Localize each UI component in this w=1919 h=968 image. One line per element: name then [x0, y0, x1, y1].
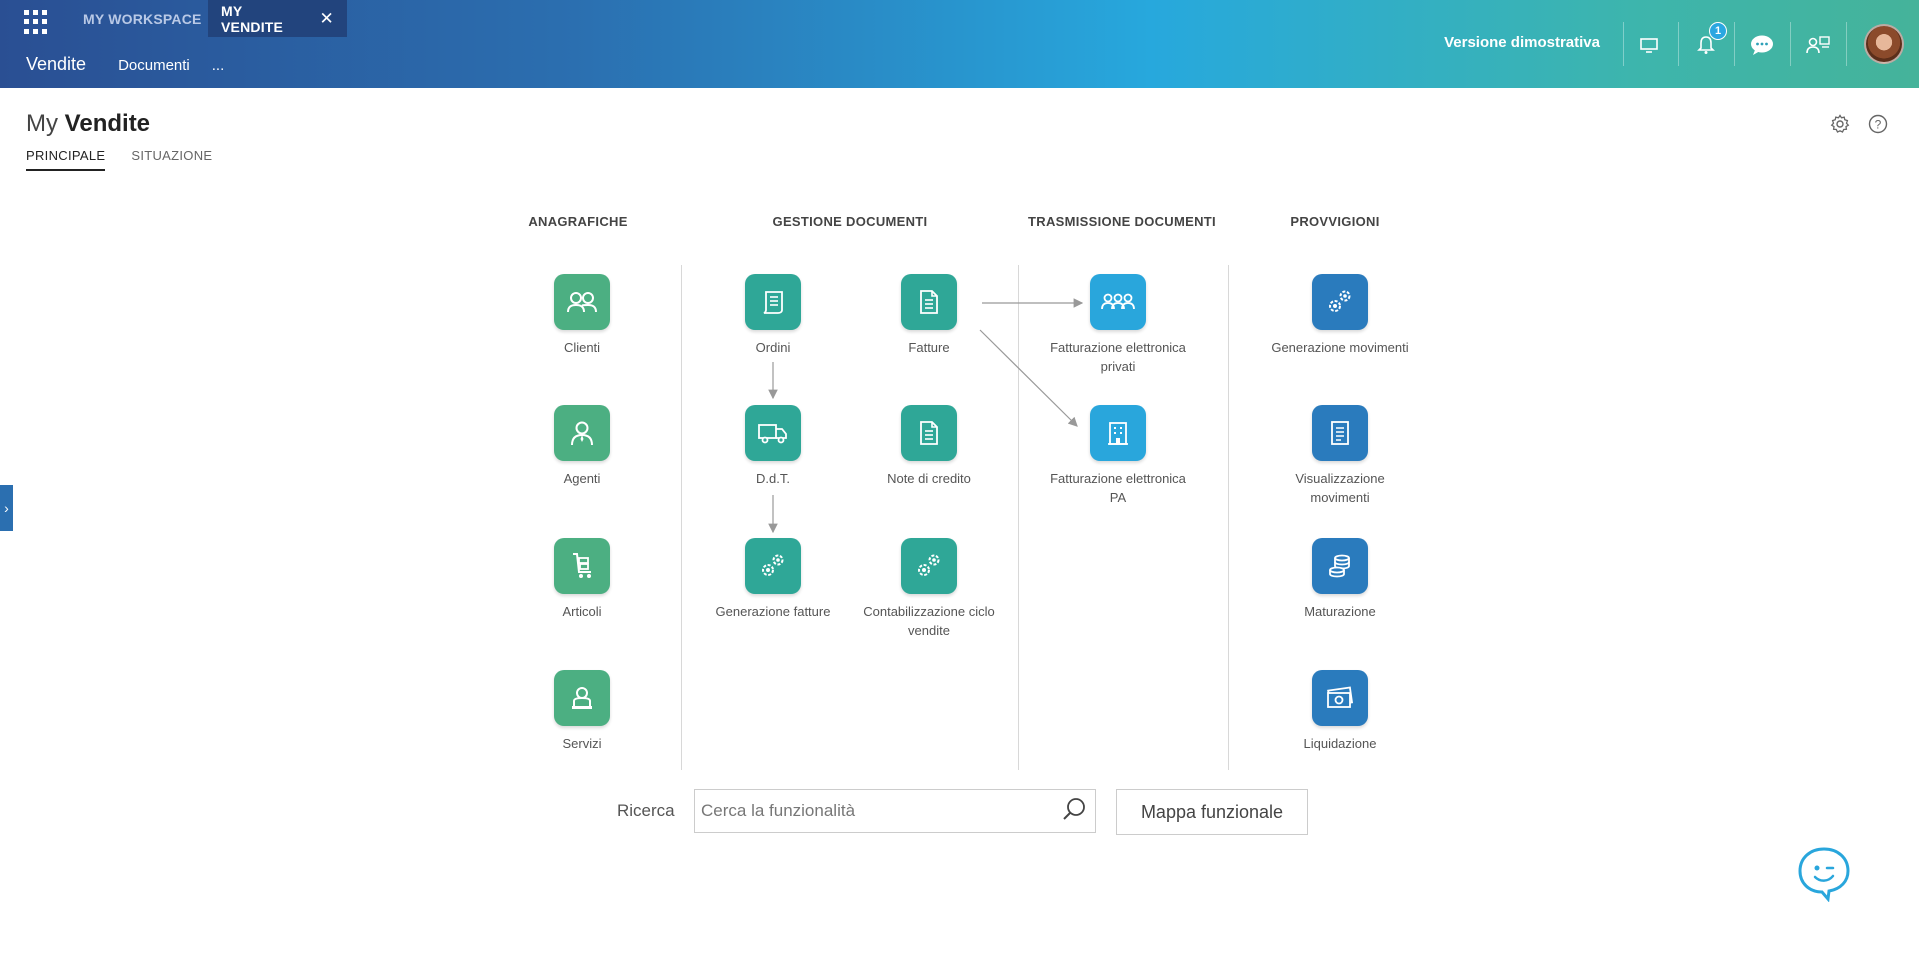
tile-label: Servizi [562, 736, 602, 751]
tile-label: Articoli [562, 604, 602, 619]
divider [1734, 22, 1735, 66]
tile-maturazione[interactable]: Maturazione [1265, 538, 1415, 621]
users-icon[interactable] [1801, 28, 1835, 62]
tile-label: Clienti [563, 340, 601, 355]
tile-label: D.d.T. [756, 471, 790, 486]
group-icon [1090, 274, 1146, 330]
page-title: My Vendite [26, 110, 150, 138]
tab-my-vendite[interactable]: MY VENDITE ✕ [208, 0, 347, 37]
cart-icon [554, 538, 610, 594]
tile-label: Fatture [908, 340, 950, 355]
monitor-icon[interactable] [1632, 28, 1666, 62]
tile-liquidazione[interactable]: Liquidazione [1265, 670, 1415, 753]
tab-principale[interactable]: PRINCIPALE [26, 148, 106, 171]
service-icon [554, 670, 610, 726]
assistant-chat-icon[interactable] [1796, 846, 1852, 903]
subnav-item-more[interactable]: ... [212, 57, 225, 74]
chat-icon[interactable] [1745, 28, 1779, 62]
divider [1790, 22, 1791, 66]
search-input[interactable] [701, 801, 1061, 821]
tab-my-workspace[interactable]: MY WORKSPACE [70, 0, 215, 37]
order-icon [745, 274, 801, 330]
notification-badge: 1 [1709, 22, 1727, 40]
column-title-trasmissione: TRASMISSIONE DOCUMENTI [1028, 214, 1216, 229]
divider [1846, 22, 1847, 66]
svg-text:?: ? [1875, 118, 1882, 132]
tile-contabilizzazione[interactable]: Contabilizzazione ciclo vendite [854, 538, 1004, 640]
tile-clienti[interactable]: Clienti [507, 274, 657, 357]
users-icon [554, 274, 610, 330]
top-header: MY WORKSPACE MY VENDITE ✕ Vendite Docume… [0, 0, 1919, 88]
agent-icon [554, 405, 610, 461]
tile-label: Liquidazione [1303, 736, 1377, 751]
tile-fatturazione-pa[interactable]: Fatturazione elettronica PA [1043, 405, 1193, 507]
column-title-provvigioni: PROVVIGIONI [1290, 214, 1380, 229]
tile-note-di-credito[interactable]: Note di credito [854, 405, 1004, 488]
column-divider [1018, 265, 1019, 770]
gears-icon [745, 538, 801, 594]
search-label: Ricerca [617, 801, 675, 820]
page-title-main: Vendite [64, 110, 151, 137]
subnav-item-documenti[interactable]: Documenti [118, 57, 190, 74]
sub-navigation: Vendite Documenti ... [26, 54, 246, 75]
tile-ddt[interactable]: D.d.T. [698, 405, 848, 488]
tile-label: Visualizzazione movimenti [1295, 471, 1385, 505]
tile-ordini[interactable]: Ordini [698, 274, 848, 357]
tile-label: Generazione fatture [715, 604, 831, 619]
building-icon [1090, 405, 1146, 461]
subnav-title[interactable]: Vendite [26, 54, 86, 75]
gears-icon [901, 538, 957, 594]
tile-servizi[interactable]: Servizi [507, 670, 657, 753]
tile-fatture[interactable]: Fatture [854, 274, 1004, 357]
ledger-icon [1312, 405, 1368, 461]
tile-visualizzazione-movimenti[interactable]: Visualizzazione movimenti [1265, 405, 1415, 507]
tile-label: Agenti [563, 471, 601, 486]
truck-icon [745, 405, 801, 461]
column-title-gestione: GESTIONE DOCUMENTI [772, 214, 928, 229]
divider [1678, 22, 1679, 66]
search-box [694, 789, 1096, 833]
tab-label: MY WORKSPACE [83, 10, 202, 27]
tab-label: MY VENDITE [221, 2, 284, 35]
tile-label: Ordini [755, 340, 791, 355]
tab-situazione[interactable]: SITUAZIONE [131, 148, 212, 171]
close-icon[interactable]: ✕ [320, 9, 334, 29]
document-icon [901, 405, 957, 461]
column-title-anagrafiche: ANAGRAFICHE [528, 214, 628, 229]
tile-articoli[interactable]: Articoli [507, 538, 657, 621]
column-divider [1228, 265, 1229, 770]
cash-icon [1312, 670, 1368, 726]
app-menu-grid-icon[interactable] [22, 8, 50, 36]
tile-generazione-fatture[interactable]: Generazione fatture [698, 538, 848, 621]
tile-label: Contabilizzazione ciclo vendite [863, 604, 995, 638]
settings-icon[interactable] [1828, 112, 1852, 136]
side-panel-toggle[interactable]: › [0, 485, 13, 531]
tile-label: Generazione movimenti [1271, 340, 1409, 355]
tile-label: Note di credito [887, 471, 971, 486]
column-divider [681, 265, 682, 770]
help-icon[interactable]: ? [1866, 112, 1890, 136]
page-title-prefix: My [26, 110, 58, 137]
tile-fatturazione-privati[interactable]: Fatturazione elettronica privati [1043, 274, 1193, 376]
demo-version-label: Versione dimostrativa [1444, 34, 1600, 51]
page-tabs: PRINCIPALE SITUAZIONE [26, 148, 238, 171]
search-icon[interactable] [1061, 795, 1089, 828]
tile-label: Fatturazione elettronica privati [1050, 340, 1186, 374]
divider [1623, 22, 1624, 66]
tile-generazione-movimenti[interactable]: Generazione movimenti [1265, 274, 1415, 357]
user-avatar[interactable] [1864, 24, 1904, 64]
gears-icon [1312, 274, 1368, 330]
tile-agenti[interactable]: Agenti [507, 405, 657, 488]
tile-label: Maturazione [1304, 604, 1376, 619]
document-icon [901, 274, 957, 330]
tile-label: Fatturazione elettronica PA [1050, 471, 1186, 505]
coins-icon [1312, 538, 1368, 594]
bell-icon[interactable]: 1 [1689, 22, 1727, 62]
functional-map-button[interactable]: Mappa funzionale [1116, 789, 1308, 835]
